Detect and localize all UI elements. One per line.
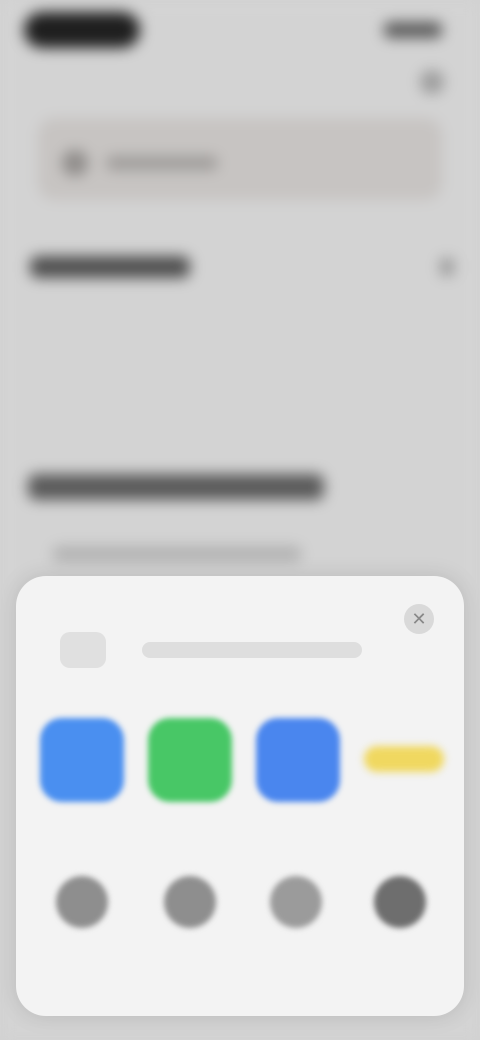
- share-app-row: [40, 718, 460, 838]
- share-preview-title: [142, 642, 362, 658]
- blue-app-icon[interactable]: [256, 718, 340, 802]
- background-search-icon: [62, 150, 88, 176]
- share-app-label: [354, 814, 454, 830]
- background-search-field: [38, 118, 442, 200]
- phone-screen: ✕: [0, 0, 480, 1040]
- background-row-label: [30, 256, 190, 278]
- gray-circle-icon[interactable]: [374, 876, 426, 928]
- background-section-heading: [28, 474, 324, 500]
- corner-icon: [420, 70, 444, 94]
- status-bar-pill: [24, 12, 140, 48]
- background-section-subtitle: [52, 546, 302, 562]
- share-sheet: ✕: [16, 576, 464, 1016]
- share-action-row: [40, 876, 460, 996]
- gray-circle-icon[interactable]: [270, 876, 322, 928]
- share-app-label: [32, 814, 132, 830]
- gray-circle-icon[interactable]: [164, 876, 216, 928]
- status-icons: [384, 22, 442, 38]
- share-app-label: [248, 814, 348, 830]
- background-search-text: [106, 156, 218, 170]
- yellow-app-icon[interactable]: [364, 718, 444, 802]
- chevron-right-icon: [440, 258, 454, 276]
- share-preview-thumbnail: [60, 632, 106, 668]
- blue-app-icon[interactable]: [40, 718, 124, 802]
- green-app-icon[interactable]: [148, 718, 232, 802]
- share-sheet-header: [60, 630, 420, 670]
- share-app-label: [140, 814, 240, 830]
- gray-circle-icon[interactable]: [56, 876, 108, 928]
- yellow-app-icon-band: [364, 746, 444, 772]
